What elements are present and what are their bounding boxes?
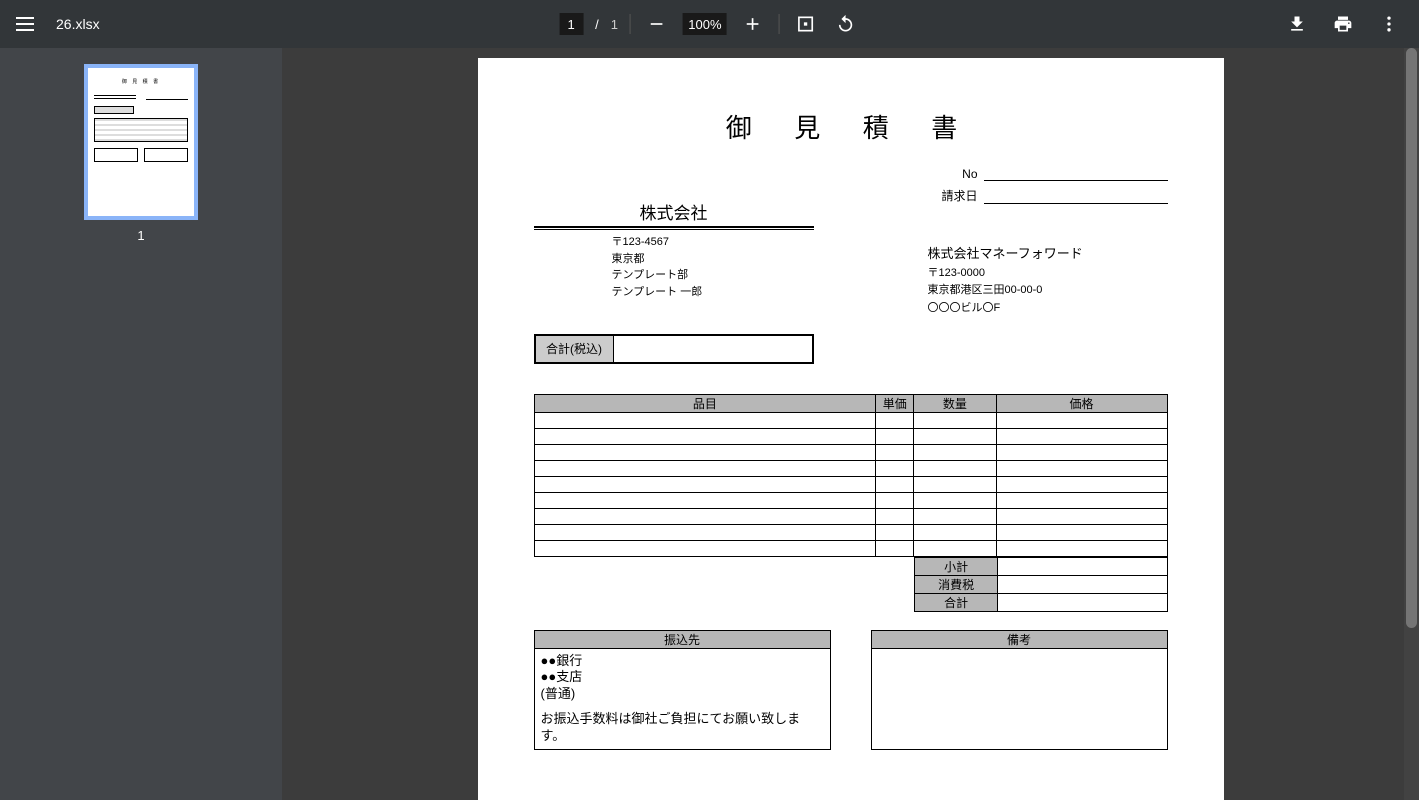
page-total: 1 xyxy=(611,17,618,32)
document-page: 御 見 積 書 株式会社 〒123-4567 東京都 テンプレート部 テンプレー… xyxy=(478,58,1224,800)
sender-building: 〇〇〇ビル〇F xyxy=(928,300,1168,318)
right-meta-block: No 請求日 株式会社マネーフォワード 〒123-0000 東京都港区三田00-… xyxy=(928,165,1168,318)
items-table: 品目 単価 数量 価格 xyxy=(534,394,1168,557)
bank-header: 振込先 xyxy=(535,631,830,649)
client-address: 東京都 xyxy=(612,251,814,268)
sender-company-block: 株式会社マネーフォワード 〒123-0000 東京都港区三田00-00-0 〇〇… xyxy=(928,244,1168,318)
table-row xyxy=(534,476,1167,492)
thumbnail-sidebar: 御 見 積 書 1 xyxy=(0,48,282,800)
table-row xyxy=(534,508,1167,524)
meta-fields: No 請求日 xyxy=(928,165,1168,204)
subtotal-value xyxy=(998,557,1167,575)
remarks-box: 備考 xyxy=(871,630,1168,750)
more-options-button[interactable] xyxy=(1375,10,1403,38)
bottom-section: 振込先 ●●銀行 ●●支店 (普通) お振込手数料は御社ご負担にてお願い致します… xyxy=(534,630,1168,750)
table-row xyxy=(534,492,1167,508)
sender-postal: 〒123-0000 xyxy=(928,265,1168,283)
table-row xyxy=(534,460,1167,476)
client-details: 〒123-4567 東京都 テンプレート部 テンプレート 一郎 xyxy=(534,234,814,300)
grand-total-value xyxy=(614,336,812,362)
no-value-line xyxy=(984,165,1168,181)
total-value xyxy=(998,593,1167,611)
tax-label: 消費税 xyxy=(914,575,997,593)
bank-note: お振込手数料は御社ご負担にてお願い致します。 xyxy=(541,711,824,745)
print-button[interactable] xyxy=(1329,10,1357,38)
header-item: 品目 xyxy=(534,394,876,412)
bank-branch: ●●支店 xyxy=(541,669,824,686)
table-row xyxy=(534,444,1167,460)
no-label: No xyxy=(928,167,978,181)
page-number-input[interactable] xyxy=(559,13,583,35)
bank-info-box: 振込先 ●●銀行 ●●支店 (普通) お振込手数料は御社ご負担にてお願い致します… xyxy=(534,630,831,750)
remarks-body xyxy=(872,649,1167,747)
grand-total-label: 合計(税込) xyxy=(536,336,614,362)
bank-body: ●●銀行 ●●支店 (普通) お振込手数料は御社ご負担にてお願い致します。 xyxy=(535,649,830,749)
subtotal-label: 小計 xyxy=(914,557,997,575)
grand-total-box: 合計(税込) xyxy=(534,334,814,364)
bank-name: ●●銀行 xyxy=(541,653,824,670)
document-title: 御 見 積 書 xyxy=(534,108,1168,145)
zoom-level-input[interactable] xyxy=(683,13,727,35)
header-quantity: 数量 xyxy=(914,394,996,412)
total-label: 合計 xyxy=(914,593,997,611)
fit-page-button[interactable] xyxy=(792,10,820,38)
summary-table: 小計 消費税 合計 xyxy=(914,557,1168,612)
zoom-in-button[interactable] xyxy=(739,10,767,38)
sender-company-name: 株式会社マネーフォワード xyxy=(928,244,1168,265)
divider xyxy=(630,14,631,34)
client-person: テンプレート 一郎 xyxy=(612,284,814,301)
bank-account-type: (普通) xyxy=(541,686,824,703)
toolbar-right xyxy=(1283,10,1403,38)
header-section: 株式会社 〒123-4567 東京都 テンプレート部 テンプレート 一郎 No xyxy=(534,165,1168,318)
table-row xyxy=(534,428,1167,444)
date-value-line xyxy=(984,188,1168,204)
document-viewport[interactable]: 御 見 積 書 株式会社 〒123-4567 東京都 テンプレート部 テンプレー… xyxy=(282,48,1419,800)
tax-value xyxy=(998,575,1167,593)
menu-icon[interactable] xyxy=(16,12,40,36)
pdf-toolbar: 26.xlsx / 1 xyxy=(0,0,1419,48)
divider xyxy=(779,14,780,34)
sender-address: 東京都港区三田00-00-0 xyxy=(928,282,1168,300)
table-row xyxy=(534,540,1167,556)
header-price: 価格 xyxy=(996,394,1167,412)
client-department: テンプレート部 xyxy=(612,267,814,284)
page-thumbnail[interactable]: 御 見 積 書 xyxy=(84,64,198,220)
table-row xyxy=(534,412,1167,428)
invoice-date-label: 請求日 xyxy=(928,187,978,204)
download-button[interactable] xyxy=(1283,10,1311,38)
file-name: 26.xlsx xyxy=(56,16,100,32)
client-postal: 〒123-4567 xyxy=(612,234,814,251)
thumbnail-page-number: 1 xyxy=(137,228,144,243)
scrollbar-thumb[interactable] xyxy=(1406,48,1417,628)
thumbnail-wrap[interactable]: 御 見 積 書 1 xyxy=(84,64,198,243)
table-row xyxy=(534,524,1167,540)
client-block: 株式会社 〒123-4567 東京都 テンプレート部 テンプレート 一郎 xyxy=(534,199,814,318)
remarks-header: 備考 xyxy=(872,631,1167,649)
zoom-out-button[interactable] xyxy=(643,10,671,38)
page-separator: / xyxy=(595,17,599,32)
client-company-name: 株式会社 xyxy=(534,199,814,228)
toolbar-left: 26.xlsx xyxy=(0,12,100,36)
header-unit-price: 単価 xyxy=(876,394,914,412)
toolbar-center: / 1 xyxy=(559,10,860,38)
rotate-button[interactable] xyxy=(832,10,860,38)
table-header-row: 品目 単価 数量 価格 xyxy=(534,394,1167,412)
vertical-scrollbar[interactable] xyxy=(1404,48,1419,800)
